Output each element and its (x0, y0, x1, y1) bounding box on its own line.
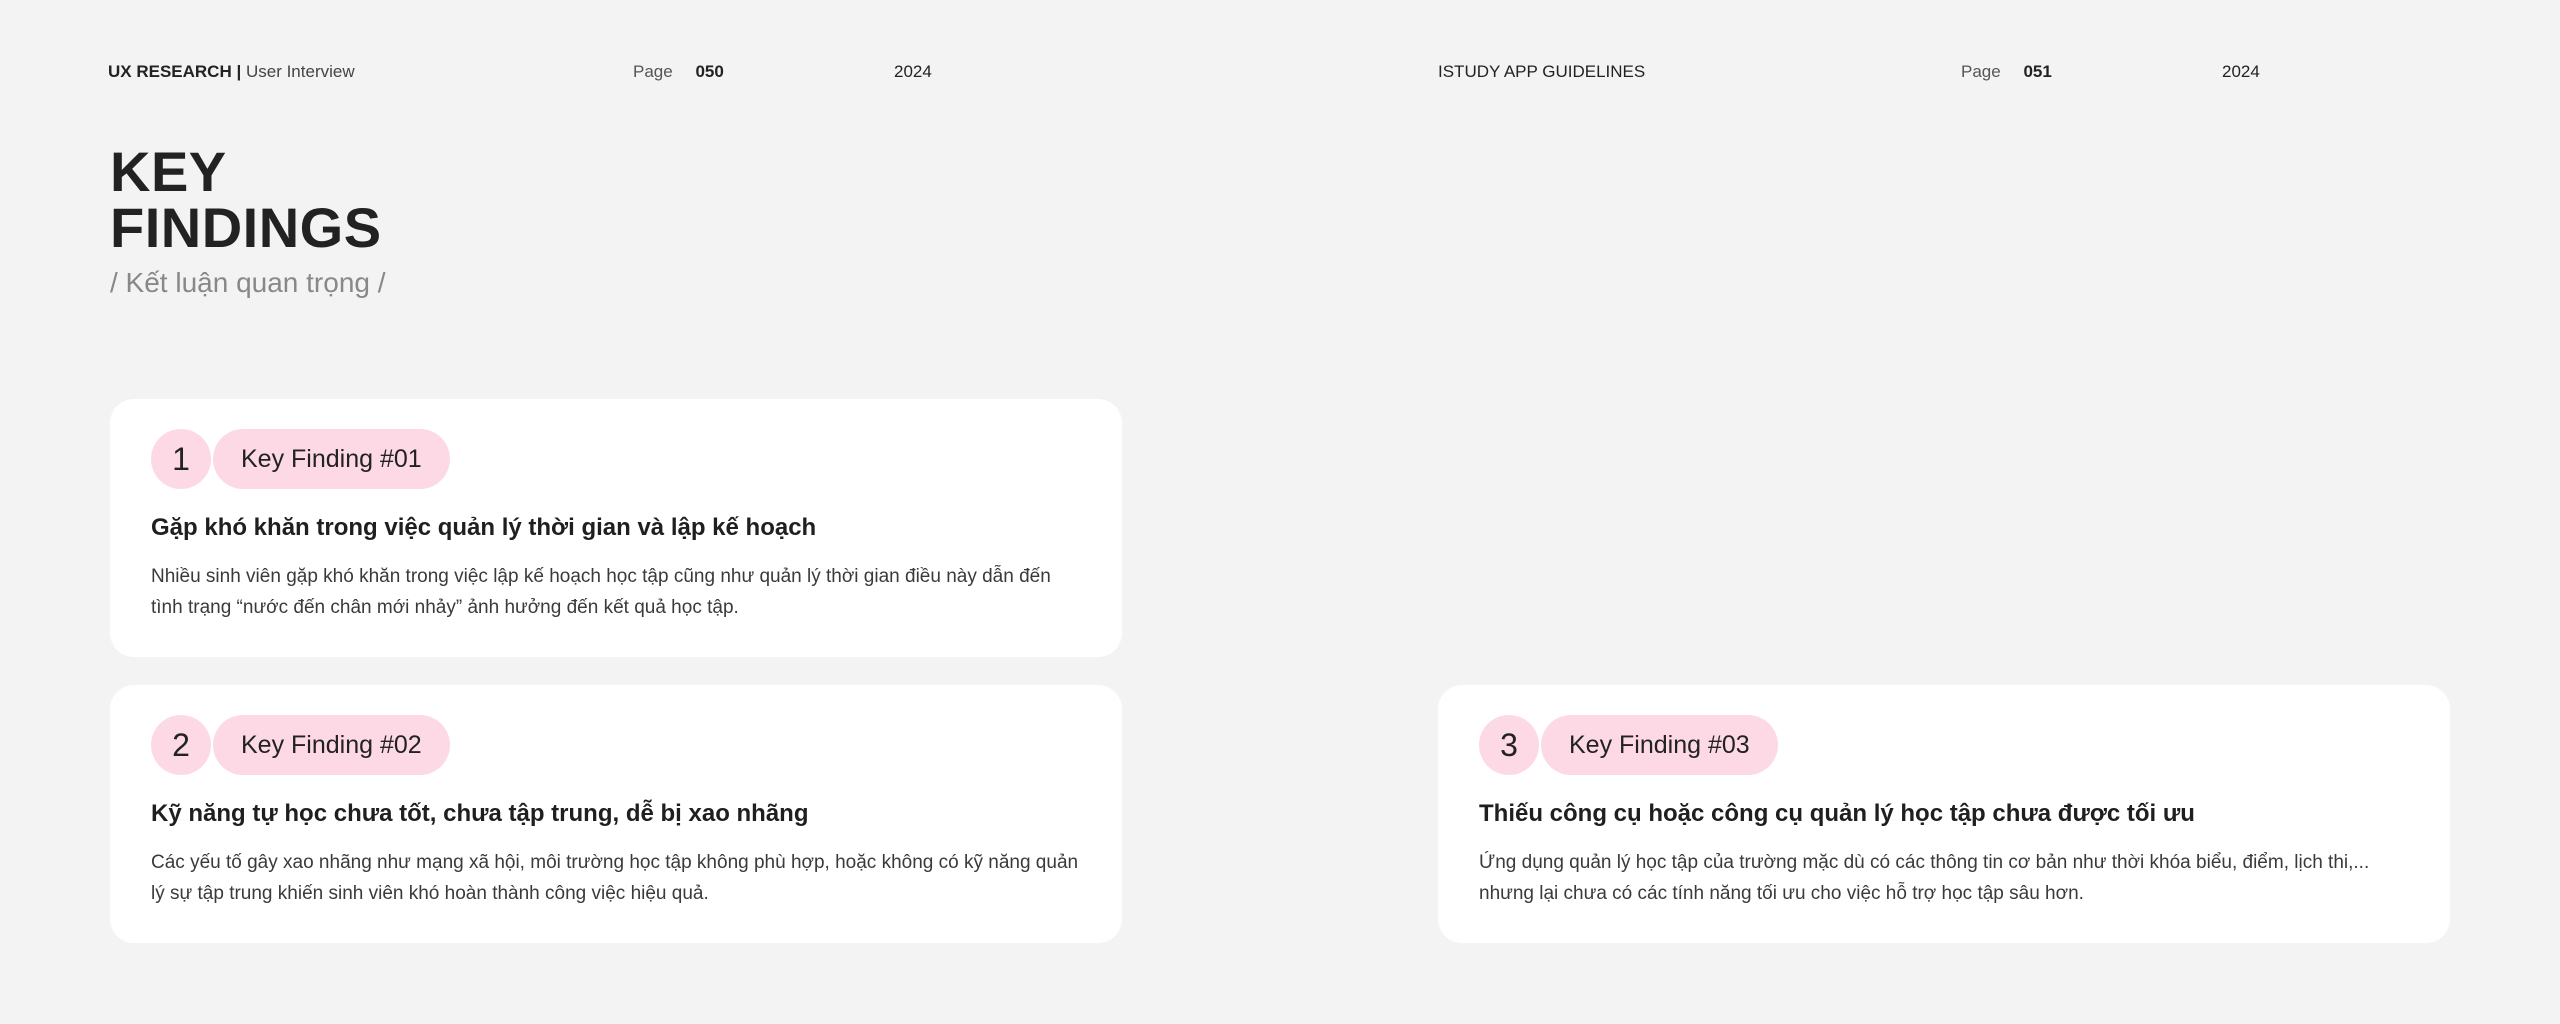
right-header-year: 2024 (2222, 62, 2260, 81)
finding-body: Nhiều sinh viên gặp khó khăn trong việc … (151, 566, 1051, 618)
header-section-title: UX RESEARCH | (108, 62, 242, 81)
finding-number-badge: 1 (151, 429, 211, 489)
finding-label-badge: Key Finding #03 (1541, 715, 1778, 775)
right-header-section: ISTUDY APP GUIDELINES (1438, 62, 1646, 81)
page-label: Page (1961, 62, 2001, 81)
finding-number-badge: 2 (151, 715, 211, 775)
finding-badge-row: 3 Key Finding #03 (1479, 715, 2410, 775)
finding-heading: Gặp khó khăn trong việc quản lý thời gia… (151, 514, 817, 541)
key-finding-card-1: 1 Key Finding #01 Gặp khó khăn trong việ… (110, 399, 1122, 657)
finding-heading: Kỹ năng tự học chưa tốt, chưa tập trung,… (151, 800, 809, 827)
left-header-year: 2024 (894, 62, 932, 81)
page-title-line-1: KEY (110, 140, 227, 203)
page-subtitle: / Kết luận quan trọng / (110, 267, 386, 298)
key-finding-card-2: 2 Key Finding #02 Kỹ năng tự học chưa tố… (110, 685, 1122, 943)
finding-badge-row: 1 Key Finding #01 (151, 429, 1082, 489)
header-subsection: User Interview (245, 62, 355, 81)
page-label: Page (633, 62, 673, 81)
finding-number-badge: 3 (1479, 715, 1539, 775)
finding-body: Các yếu tố gây xao nhãng như mạng xã hội… (151, 852, 1079, 904)
key-finding-card-3: 3 Key Finding #03 Thiếu công cụ hoặc côn… (1438, 685, 2450, 943)
left-header-section: UX RESEARCH | User Interview (108, 62, 355, 82)
finding-label-badge: Key Finding #01 (213, 429, 450, 489)
page-number: 050 (695, 62, 724, 81)
right-header-page: Page 051 (1961, 62, 2052, 82)
page-number: 051 (2023, 62, 2052, 81)
finding-label-badge: Key Finding #02 (213, 715, 450, 775)
page-title-block: KEY FINDINGS / Kết luận quan trọng / (110, 144, 386, 300)
finding-badge-row: 2 Key Finding #02 (151, 715, 1082, 775)
left-header-page: Page 050 (633, 62, 724, 82)
page-title-line-2: FINDINGS (110, 196, 382, 259)
finding-body: Ứng dụng quản lý học tập của trường mặc … (1479, 852, 2370, 904)
finding-heading: Thiếu công cụ hoặc công cụ quản lý học t… (1479, 800, 2195, 827)
